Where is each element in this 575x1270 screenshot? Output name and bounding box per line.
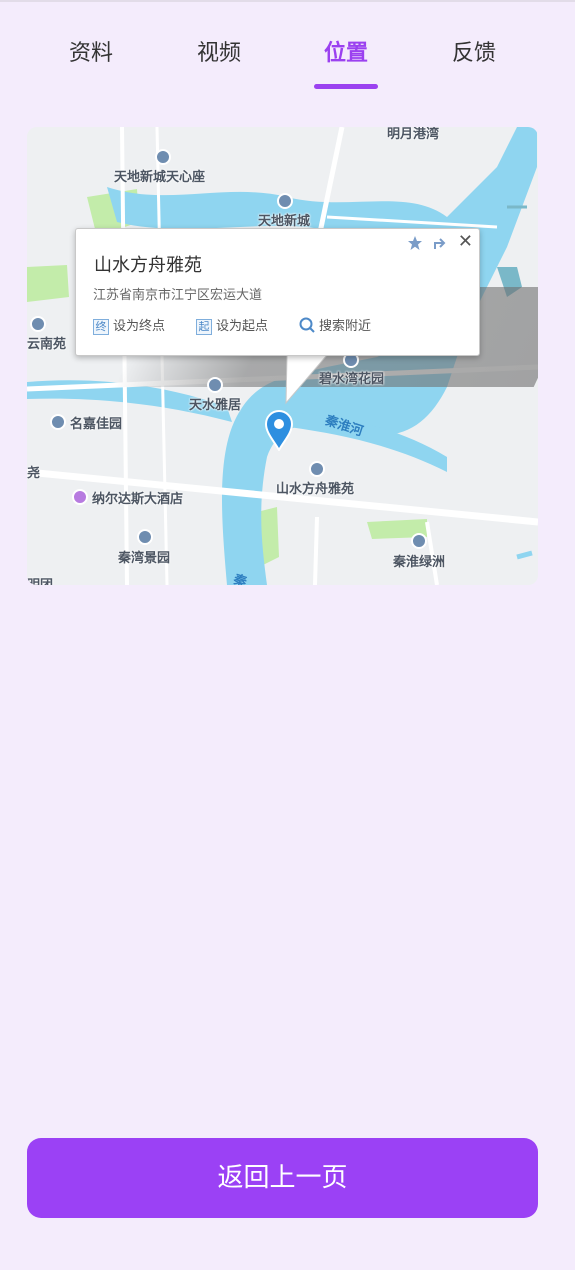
poi-label: 明月港湾 [387,127,440,142]
search-icon [299,317,315,333]
poi-label: 名嘉佳园 [70,417,123,432]
close-icon[interactable]: ✕ [458,231,473,252]
star-icon[interactable] [407,235,423,251]
location-map[interactable]: 明月港湾 天地新城天心座 天地新城 云南苑 碧水湾花园 天水雅居 名嘉佳园 山水… [27,127,538,585]
building-icon [137,529,153,545]
set-origin-label: 设为起点 [216,319,269,334]
building-icon [30,316,46,332]
poi-label: 明团 [27,574,53,585]
building-icon [411,533,427,549]
share-icon[interactable] [433,235,449,251]
search-nearby-label: 搜索附近 [319,319,372,334]
location-marker-icon [264,410,294,451]
hotel-icon [72,489,88,505]
building-icon [309,461,325,477]
origin-badge: 起 [196,319,212,335]
poi-label: 纳尔达斯大酒店 [92,492,184,507]
poi-label: 山水方舟雅苑 [276,482,355,497]
popup-title: 山水方舟雅苑 [94,255,202,276]
top-divider [0,0,575,2]
building-icon [207,377,223,393]
tab-location[interactable]: 位置 [291,34,401,74]
popup-address: 江苏省南京市江宁区宏运大道 [93,288,263,303]
set-destination-button[interactable]: 终设为终点 [93,315,165,335]
building-icon [277,193,293,209]
building-icon [155,149,171,165]
active-tab-indicator [314,84,378,89]
poi-label: 尧 [27,466,41,481]
tab-video[interactable]: 视频 [164,34,274,74]
search-nearby-button[interactable]: 搜索附近 [299,315,371,334]
set-destination-label: 设为终点 [113,319,166,334]
set-origin-button[interactable]: 起设为起点 [196,315,268,335]
popup-pointer [285,355,328,405]
tab-feedback[interactable]: 反馈 [419,34,529,74]
tab-profile[interactable]: 资料 [36,34,146,74]
poi-label: 天地新城天心座 [114,170,206,185]
poi-label: 秦淮绿洲 [393,555,446,570]
back-button[interactable]: 返回上一页 [27,1138,538,1218]
poi-label: 秦湾景园 [118,551,171,566]
poi-label: 天水雅居 [189,398,242,413]
tab-bar: 资料 视频 位置 反馈 [0,34,575,94]
destination-badge: 终 [93,319,109,335]
location-info-popup: 山水方舟雅苑 江苏省南京市江宁区宏运大道 终设为终点 起设为起点 搜索附近 ✕ [75,228,480,356]
poi-label: 天地新城 [258,214,311,229]
poi-label: 云南苑 [27,337,67,352]
building-icon [50,414,66,430]
